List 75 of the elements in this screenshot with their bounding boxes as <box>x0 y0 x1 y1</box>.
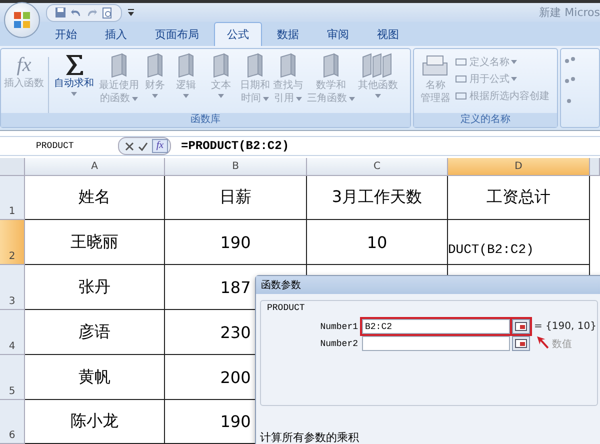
argument-field[interactable]: B2:C2 <box>362 319 510 334</box>
row-header[interactable]: 2 <box>0 220 25 265</box>
collapse-dialog-button[interactable] <box>512 319 530 334</box>
book-icon <box>278 53 298 79</box>
row-header[interactable]: 4 <box>0 310 25 355</box>
caret-icon <box>511 77 518 81</box>
ribbon-tab[interactable]: 数据 <box>264 22 312 46</box>
print-preview-icon[interactable] <box>102 6 113 18</box>
name-box[interactable]: PRODUCT <box>0 141 118 151</box>
row-header[interactable]: 6 <box>0 400 25 444</box>
ribbon-tab[interactable]: 页面布局 <box>142 22 212 46</box>
ribbon-tab[interactable]: 开始 <box>42 22 90 46</box>
argument-result: 数值 <box>552 338 573 350</box>
ribbon-tab[interactable]: 视图 <box>364 22 412 46</box>
office-logo <box>13 10 31 28</box>
function-name: PRODUCT <box>267 303 305 313</box>
book-icon <box>176 53 196 79</box>
cancel-icon[interactable] <box>125 142 134 150</box>
table-cell: 张丹 <box>25 265 165 310</box>
caret-icon <box>375 94 381 98</box>
table-cell: 王晓丽 <box>25 220 165 265</box>
caret-icon <box>132 96 138 100</box>
caret-icon <box>152 94 158 98</box>
caret-icon <box>218 94 224 98</box>
function-symbol: fx <box>16 53 32 77</box>
caret-icon <box>71 92 77 96</box>
row-header[interactable]: 5 <box>0 355 25 400</box>
book-icon <box>211 53 231 79</box>
column-header[interactable]: C <box>307 158 448 176</box>
ribbon-tab[interactable]: 审阅 <box>314 22 362 46</box>
table-cell: 彦语 <box>25 310 165 355</box>
table-cell: 10 <box>307 220 448 265</box>
group-label: 定义的名称 <box>414 113 557 127</box>
ribbon-button[interactable]: 自动求和 <box>52 53 96 99</box>
ribbon-tab[interactable]: 公式 <box>214 22 262 46</box>
table-cell: 3月工作天数 <box>307 176 448 220</box>
column-header[interactable]: A <box>25 158 165 176</box>
undo-icon[interactable] <box>70 7 82 18</box>
check-icon[interactable] <box>138 142 148 150</box>
book-icon <box>145 53 165 79</box>
table-cell: 黄帆 <box>25 355 165 400</box>
group-label: 函数库 <box>1 113 410 127</box>
sum-icon <box>64 53 84 77</box>
dialog-title: 函数参数 <box>256 276 600 294</box>
caret-icon <box>349 96 355 100</box>
caret-icon <box>511 60 518 64</box>
column-header[interactable]: D <box>448 158 590 176</box>
office-button[interactable] <box>4 2 40 38</box>
formula-text[interactable]: =PRODUCT(B2:C2) <box>181 139 290 153</box>
caret-icon <box>183 94 189 98</box>
book-icon <box>109 53 129 79</box>
table-cell: DUCT(B2:C2) <box>448 220 590 265</box>
ribbon-tab[interactable]: 插入 <box>92 22 140 46</box>
argument-field[interactable] <box>362 336 510 351</box>
book-icon <box>321 53 341 79</box>
table-cell: 陈小龙 <box>25 400 165 444</box>
argument-label: Number1 <box>319 322 359 332</box>
collapse-dialog-button[interactable] <box>512 336 530 351</box>
column-header[interactable]: B <box>165 158 307 176</box>
table-cell: 姓名 <box>25 176 165 220</box>
table-cell: 日薪 <box>165 176 307 220</box>
book-icon <box>245 53 265 79</box>
caret-icon <box>263 96 269 100</box>
row-header[interactable]: 1 <box>0 176 25 220</box>
customize-caret-icon[interactable] <box>128 8 134 16</box>
argument-label: Number2 <box>319 338 359 348</box>
save-icon[interactable] <box>55 7 66 18</box>
table-cell: 工资总计 <box>448 176 590 220</box>
pointer-arrow <box>535 334 550 351</box>
table-cell: 190 <box>165 220 307 265</box>
window-title: 新建 Micros <box>539 5 600 20</box>
row-header[interactable]: 3 <box>0 265 25 310</box>
insert-function-button[interactable]: fx <box>152 139 168 153</box>
redo-icon[interactable] <box>86 7 98 18</box>
caret-icon <box>296 96 302 100</box>
